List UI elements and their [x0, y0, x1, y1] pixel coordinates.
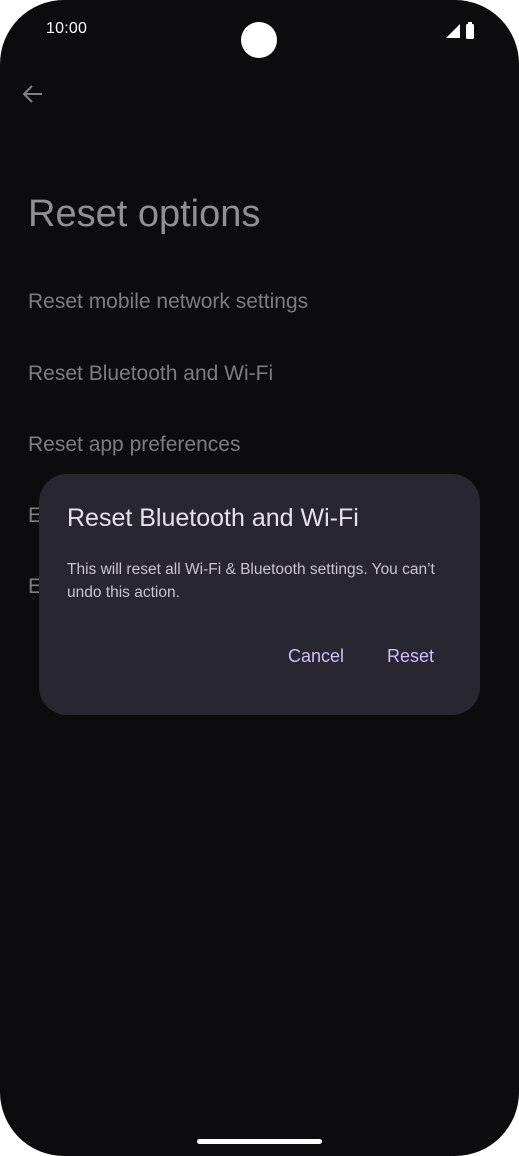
reset-dialog: Reset Bluetooth and Wi-Fi This will rese… [39, 474, 480, 715]
dialog-title: Reset Bluetooth and Wi-Fi [67, 504, 359, 532]
phone-screen: 10:00 Reset options Reset mobile network… [0, 0, 519, 1156]
reset-button[interactable]: Reset [387, 646, 434, 667]
cancel-button[interactable]: Cancel [288, 646, 344, 667]
home-indicator[interactable] [197, 1139, 322, 1144]
dialog-body: This will reset all Wi-Fi & Bluetooth se… [67, 561, 435, 601]
